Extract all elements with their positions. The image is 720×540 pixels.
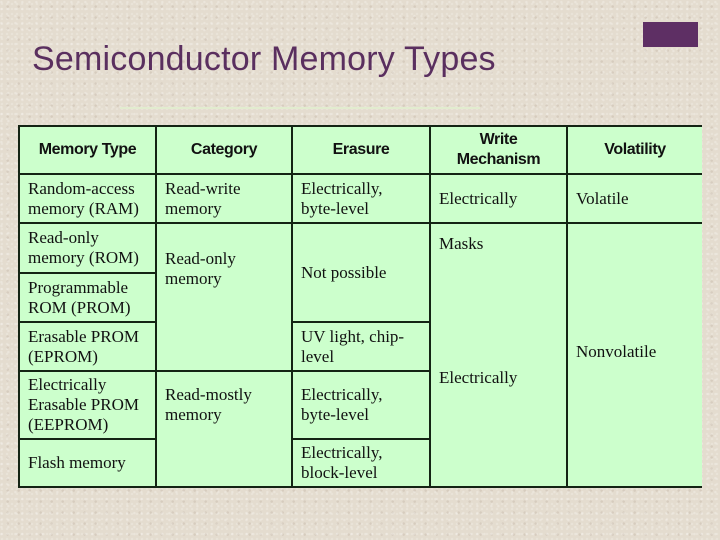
header-volatility: Volatility — [604, 141, 666, 158]
accent-block — [643, 22, 698, 47]
memory-type-ram: Random-access memory (RAM) — [28, 178, 139, 218]
memory-type-prom: Programmable ROM (PROM) — [28, 277, 131, 317]
write-mechanism-rom: Masks — [439, 234, 484, 253]
erasure-rom-prom: Not possible — [301, 262, 387, 282]
header-write-mechanism: Write Mechanism — [456, 131, 541, 168]
erasure-flash: Electrically, block-level — [301, 443, 383, 482]
volatility-others: Nonvolatile — [576, 342, 657, 361]
memory-type-eeprom: Electrically Erasable PROM (EEPROM) — [28, 375, 139, 434]
write-mechanism-ram: Electrically — [439, 188, 518, 208]
table-border-bottom — [18, 486, 702, 488]
header-erasure: Erasure — [332, 141, 390, 158]
write-mechanism-others: Electrically — [439, 368, 518, 387]
erasure-eeprom: Electrically, byte-level — [301, 385, 383, 424]
memory-type-rom: Read-only memory (ROM) — [28, 228, 139, 267]
header-category: Category — [190, 141, 258, 158]
memory-type-eprom: Erasable PROM (EPROM) — [28, 326, 139, 366]
category-read-only: Read-only memory — [165, 249, 236, 288]
header-memory-type: Memory Type — [38, 141, 137, 158]
memory-types-table: Memory Type Category Erasure Write Mecha… — [18, 125, 702, 488]
memory-type-flash: Flash memory — [28, 453, 126, 472]
category-read-mostly: Read-mostly memory — [165, 385, 252, 424]
erasure-ram: Electrically, byte-level — [301, 178, 383, 218]
erasure-eprom: UV light, chip-level — [301, 326, 405, 366]
slide-title: Semiconductor Memory Types — [32, 40, 496, 78]
volatility-ram: Volatile — [576, 188, 629, 208]
category-read-write: Read-write memory — [165, 178, 241, 218]
title-divider — [120, 107, 480, 109]
